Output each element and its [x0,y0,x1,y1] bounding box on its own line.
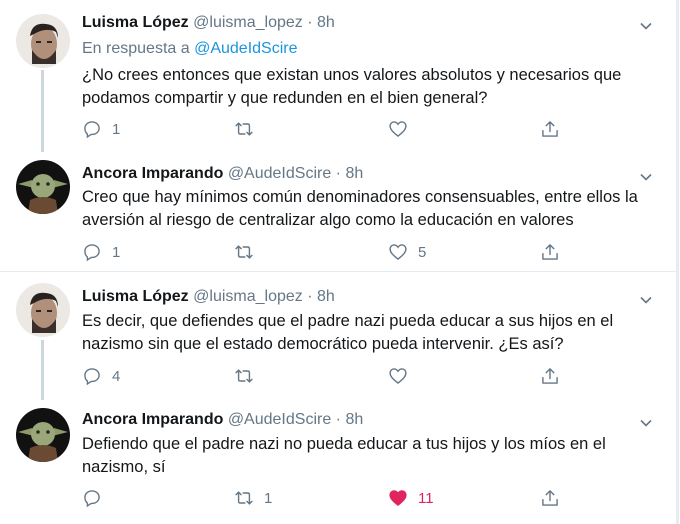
share-icon [542,244,558,260]
tweet-header: Luisma López @luisma_lopez · 8h [82,14,335,32]
tweet-text-line: nazismo, sí [82,458,166,476]
author-name[interactable]: Ancora Imparando [82,165,223,182]
timestamp[interactable]: 8h [345,411,363,428]
reply-prefix: En respuesta a [82,40,190,57]
tweet-actions: 4 [82,365,562,387]
tweet-text-line: aversión al riesgo de centralizar algo c… [82,211,574,229]
share-button[interactable] [540,118,560,140]
timestamp[interactable]: 8h [345,165,363,182]
avatar-ancora[interactable] [16,160,70,214]
reply-context: En respuesta a @AudeIdScire [82,40,297,58]
tweet-actions: 1 11 [82,487,562,509]
reply-button[interactable]: 4 [82,365,120,387]
author-name[interactable]: Ancora Imparando [82,411,223,428]
author-handle[interactable]: @luisma_lopez [193,288,303,305]
tweet-text: Es decir, que defiendes que el padre naz… [82,310,642,356]
reply-handle-link[interactable]: @AudeIdScire [194,40,297,57]
chevron-down-icon[interactable] [638,169,654,185]
retweet-icon [235,369,253,383]
share-button[interactable] [540,487,560,509]
tweet-header: Ancora Imparando @AudeIdScire · 8h [82,165,363,183]
separator-dot: · [307,14,313,31]
share-icon [542,368,558,384]
retweet-icon [235,491,253,505]
retweet-icon [235,122,253,136]
tweet-2[interactable]: Ancora Imparando @AudeIdScire · 8h Creo … [0,152,676,272]
tweet-text-line: ¿No crees entonces que existan unos valo… [82,66,622,84]
reply-count: 1 [112,120,121,138]
separator-dot: · [335,411,341,428]
tweet-actions: 1 5 [82,241,562,263]
author-handle[interactable]: @luisma_lopez [193,14,303,31]
tweet-header: Luisma López @luisma_lopez · 8h [82,288,335,306]
reply-count: 1 [112,243,121,261]
retweet-button[interactable]: 1 [234,487,272,509]
chevron-down-icon[interactable] [638,415,654,431]
reply-icon [84,490,100,508]
thread-line [41,70,44,152]
avatar-luisma[interactable] [16,14,70,68]
avatar-ancora-image [16,408,70,462]
timestamp[interactable]: 8h [317,288,335,305]
tweet-text-line: Defiendo que el padre nazi no pueda educ… [82,435,606,453]
separator-dot: · [335,165,341,182]
tweet-text-line: podamos compartir y que redunden en el b… [82,89,488,107]
thread-line [41,340,44,400]
avatar-luisma[interactable] [16,283,70,337]
tweet-3[interactable]: Luisma López @luisma_lopez · 8h Es decir… [0,272,676,400]
separator-dot: · [307,288,313,305]
chevron-down-icon[interactable] [638,292,654,308]
retweet-button[interactable] [234,365,264,387]
author-name[interactable]: Luisma López [82,14,189,31]
reply-count: 4 [112,367,121,385]
reply-icon [84,244,100,262]
tweet-header: Ancora Imparando @AudeIdScire · 8h [82,411,363,429]
tweet-text-line: Creo que hay mínimos común denominadores… [82,188,638,206]
timestamp[interactable]: 8h [317,14,335,31]
reply-button[interactable] [82,487,112,509]
heart-icon [389,368,407,384]
like-button[interactable]: 11 [388,487,434,509]
heart-icon [389,121,407,137]
retweet-count: 1 [264,489,273,507]
share-icon [542,121,558,137]
reply-button[interactable]: 1 [82,118,120,140]
share-button[interactable] [540,241,560,263]
like-button[interactable]: 5 [388,241,426,263]
tweet-text: ¿No crees entonces que existan unos valo… [82,64,642,110]
share-button[interactable] [540,365,560,387]
like-count: 5 [418,243,427,261]
tweet-text-line: Es decir, que defiendes que el padre naz… [82,312,614,330]
like-button[interactable] [388,365,418,387]
avatar-luisma-image [16,283,70,337]
retweet-button[interactable] [234,118,264,140]
tweet-text: Creo que hay mínimos común denominadores… [82,186,642,232]
reply-button[interactable]: 1 [82,241,120,263]
tweet-text-line: nazismo sin que el estado democrático pu… [82,335,564,353]
tweet-1[interactable]: Luisma López @luisma_lopez · 8h En respu… [0,0,676,152]
avatar-luisma-image [16,14,70,68]
heart-icon [389,244,407,260]
author-name[interactable]: Luisma López [82,288,189,305]
share-icon [542,490,558,506]
like-count: 11 [418,489,434,507]
heart-icon [389,490,407,506]
author-handle[interactable]: @AudeIdScire [228,411,331,428]
tweet-4[interactable]: Ancora Imparando @AudeIdScire · 8h Defie… [0,396,676,524]
retweet-button[interactable] [234,241,264,263]
reply-icon [84,368,100,386]
tweet-text: Defiendo que el padre nazi no pueda educ… [82,433,642,479]
avatar-ancora-image [16,160,70,214]
chevron-down-icon[interactable] [638,18,654,34]
tweet-actions: 1 [82,118,562,140]
retweet-icon [235,245,253,259]
avatar-ancora[interactable] [16,408,70,462]
author-handle[interactable]: @AudeIdScire [228,165,331,182]
like-button[interactable] [388,118,418,140]
reply-icon [84,121,100,139]
